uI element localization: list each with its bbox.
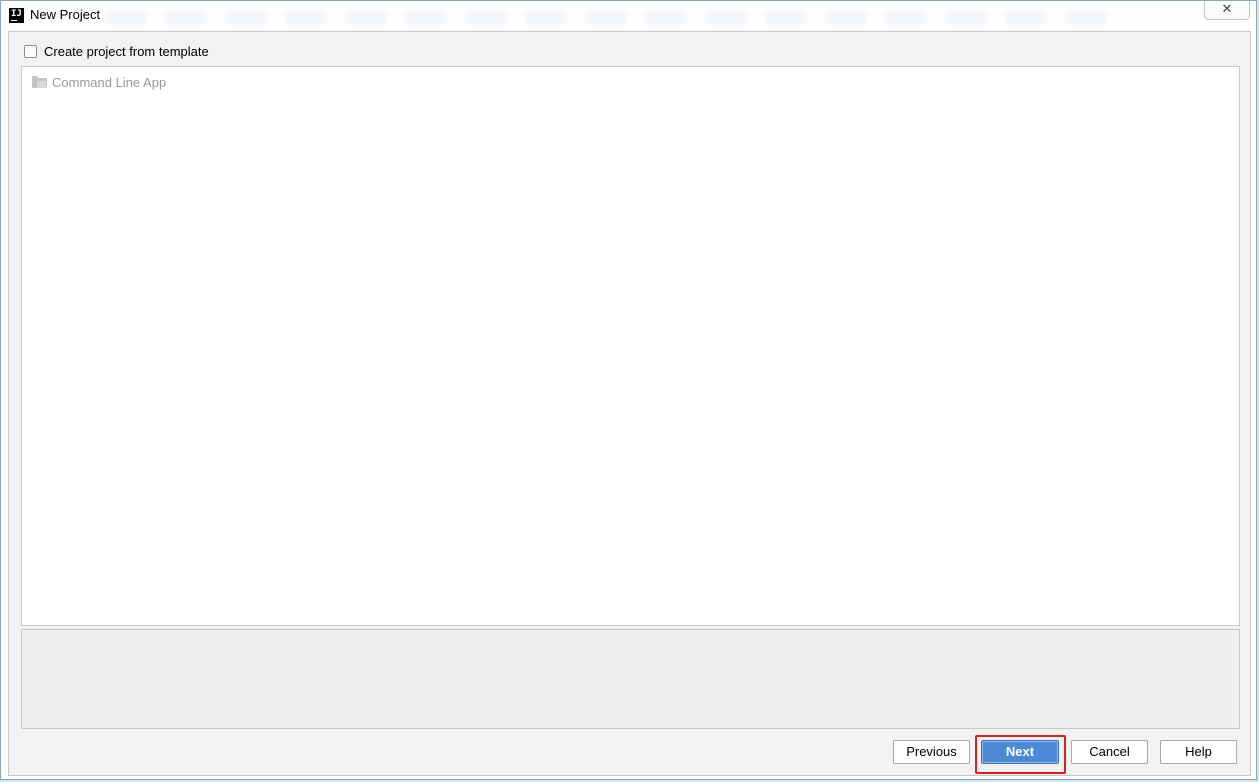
template-description-panel <box>21 629 1240 729</box>
list-item[interactable]: Command Line App <box>32 73 166 91</box>
template-list[interactable]: Command Line App <box>21 66 1240 626</box>
background-blur <box>106 11 1116 25</box>
new-project-dialog: IJ New Project ✕ Create project from tem… <box>0 0 1257 780</box>
dialog-content: Create project from template Command Lin… <box>8 31 1251 776</box>
create-from-template-checkbox[interactable] <box>24 44 37 58</box>
create-from-template-option[interactable]: Create project from template <box>24 43 209 59</box>
intellij-idea-icon: IJ <box>9 8 24 23</box>
list-item-label: Command Line App <box>52 74 167 90</box>
previous-button[interactable]: Previous <box>893 740 970 764</box>
folder-icon <box>32 76 47 88</box>
close-button[interactable]: ✕ <box>1204 1 1250 20</box>
help-button[interactable]: Help <box>1160 740 1237 764</box>
window-title: New Project <box>30 7 101 22</box>
title-bar: IJ New Project ✕ <box>1 1 1256 31</box>
create-from-template-label[interactable]: Create project from template <box>44 44 209 59</box>
cancel-button[interactable]: Cancel <box>1071 740 1148 764</box>
next-button[interactable]: Next <box>981 740 1059 764</box>
